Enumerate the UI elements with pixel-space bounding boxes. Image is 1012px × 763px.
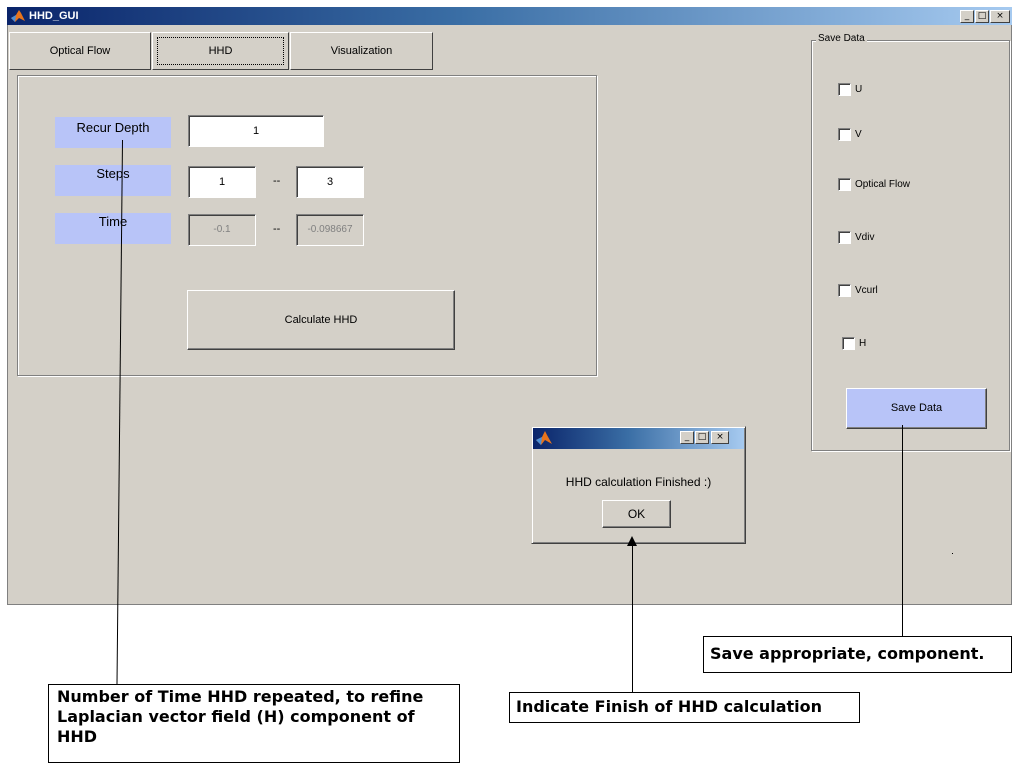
dialog-message: HHD calculation Finished :)	[565, 475, 712, 489]
dialog-maximize-icon[interactable]: □	[695, 431, 709, 444]
steps-label: Steps	[55, 165, 171, 196]
time-to-field: -0.098667	[296, 214, 364, 246]
checkbox-v[interactable]: V	[838, 128, 862, 141]
time-label: Time	[55, 213, 171, 244]
tab-label: Visualization	[330, 45, 393, 57]
dialog-close-icon[interactable]: ×	[711, 431, 729, 444]
checkbox-box[interactable]	[838, 83, 851, 96]
focus-rectangle	[157, 37, 284, 65]
checkbox-box[interactable]	[842, 337, 855, 350]
recur-depth-input[interactable]: 1	[188, 115, 324, 147]
checkbox-box[interactable]	[838, 231, 851, 244]
annotation-line-save	[902, 425, 903, 637]
checkbox-u[interactable]: U	[838, 83, 862, 96]
checkbox-label: Vcurl	[855, 284, 878, 296]
recur-depth-label: Recur Depth	[55, 117, 171, 148]
time-separator: --	[273, 223, 281, 235]
steps-from-input[interactable]: 1	[188, 166, 256, 198]
save-data-button[interactable]: Save Data	[846, 388, 987, 429]
checkbox-box[interactable]	[838, 128, 851, 141]
annotation-recur-depth: Number of Time HHD repeated, to refine L…	[48, 684, 460, 763]
calculate-hhd-button[interactable]: Calculate HHD	[187, 290, 455, 350]
tab-visualization[interactable]: Visualization	[290, 32, 433, 70]
annotation-finish: Indicate Finish of HHD calculation	[509, 692, 860, 723]
window-title: HHD_GUI	[29, 10, 79, 22]
ok-button[interactable]: OK	[602, 500, 671, 528]
time-from-field: -0.1	[188, 214, 256, 246]
checkbox-box[interactable]	[838, 178, 851, 191]
checkbox-label: Vdiv	[855, 231, 875, 243]
title-bar[interactable]	[7, 7, 1012, 25]
dialog-minimize-icon[interactable]: _	[680, 431, 694, 444]
checkbox-h[interactable]: H	[842, 337, 866, 350]
minimize-icon[interactable]: _	[960, 10, 974, 23]
checkbox-vcurl[interactable]: Vcurl	[838, 284, 878, 297]
tab-optical-flow[interactable]: Optical Flow	[9, 32, 151, 70]
checkbox-box[interactable]	[838, 284, 851, 297]
checkbox-label: Optical Flow	[855, 178, 911, 190]
matlab-logo-icon	[535, 430, 553, 446]
checkbox-label: U	[855, 83, 863, 95]
steps-to-input[interactable]: 3	[296, 166, 364, 198]
annotation-arrowhead	[627, 536, 637, 546]
steps-separator: --	[273, 175, 281, 187]
checkbox-vdiv[interactable]: Vdiv	[838, 231, 874, 244]
annotation-line-finish	[632, 540, 633, 692]
save-data-legend: Save Data	[816, 33, 867, 45]
checkbox-label: V	[855, 128, 862, 140]
tab-label: Optical Flow	[49, 45, 111, 57]
close-icon[interactable]: ×	[990, 10, 1010, 23]
tab-hhd[interactable]: HHD	[152, 32, 289, 70]
annotation-save: Save appropriate, component.	[703, 636, 1012, 673]
stray-dot	[952, 553, 953, 554]
maximize-icon[interactable]: □	[975, 10, 989, 23]
checkbox-label: H	[859, 337, 867, 349]
checkbox-optical-flow[interactable]: Optical Flow	[838, 178, 910, 191]
matlab-logo-icon	[10, 9, 26, 23]
